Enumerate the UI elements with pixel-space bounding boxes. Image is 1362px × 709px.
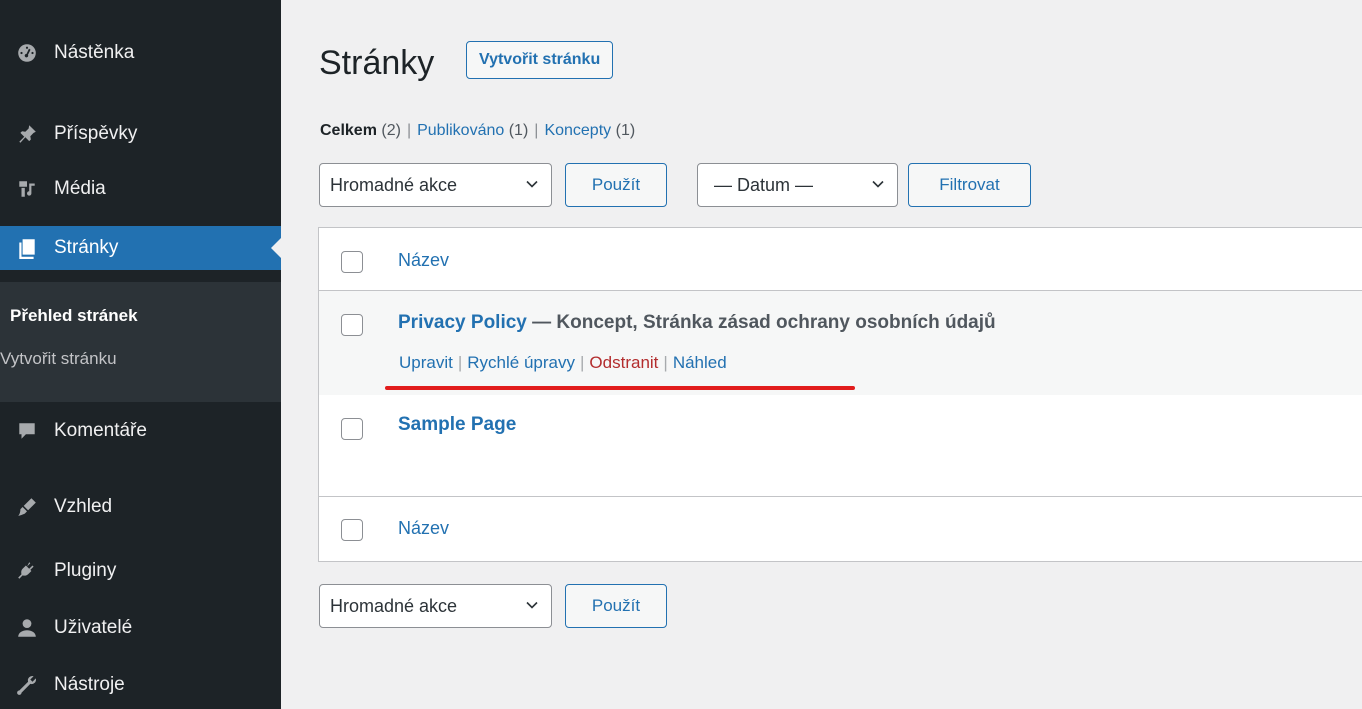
chevron-down-icon — [526, 180, 538, 188]
comment-icon — [16, 420, 38, 442]
row-checkbox[interactable] — [341, 418, 363, 440]
row-post-state: — Koncept, Stránka zásad ochrany osobníc… — [526, 312, 996, 333]
page-icon — [16, 237, 38, 259]
sidebar-item-label: Příspěvky — [54, 123, 138, 144]
filter-published-count: (1) — [508, 122, 529, 139]
sidebar-item-label: Uživatelé — [54, 617, 133, 638]
sidebar-item-comments[interactable]: Komentáře — [0, 409, 281, 453]
admin-sidebar: Nástěnka Příspěvky Média Stránky Přehled… — [0, 0, 281, 709]
chevron-down-icon — [526, 601, 538, 609]
filter-published-link[interactable]: Publikováno — [417, 122, 504, 139]
row-title-link[interactable]: Privacy Policy — [398, 312, 527, 333]
media-icon — [16, 178, 38, 200]
date-filter-select[interactable]: — Datum — — [697, 163, 898, 207]
sidebar-item-label: Vzhled — [54, 496, 113, 517]
bulk-actions-select-top[interactable]: Hromadné akce — [319, 163, 552, 207]
pages-submenu: Přehled stránek Vytvořit stránku — [0, 282, 281, 402]
sidebar-item-users[interactable]: Uživatelé — [0, 606, 281, 650]
sidebar-item-posts[interactable]: Příspěvky — [0, 112, 281, 156]
apply-button-bottom[interactable]: Použít — [565, 584, 667, 628]
filter-separator: | — [406, 122, 412, 139]
column-footer-title[interactable]: Název — [398, 518, 449, 539]
pages-table: Název Privacy Policy — Koncept, Stránka … — [318, 227, 1362, 562]
select-all-checkbox[interactable] — [341, 251, 363, 273]
apply-button-top[interactable]: Použít — [565, 163, 667, 207]
date-filter-value: — Datum — — [714, 174, 814, 195]
sidebar-item-label: Komentáře — [54, 420, 147, 441]
sidebar-item-media[interactable]: Média — [0, 167, 281, 211]
filter-drafts-count: (1) — [615, 122, 636, 139]
filter-all-count: (2) — [381, 122, 401, 139]
sidebar-item-label: Pluginy — [54, 560, 117, 581]
bulk-actions-value: Hromadné akce — [330, 595, 458, 616]
row-checkbox[interactable] — [341, 314, 363, 336]
preview-link[interactable]: Náhled — [673, 353, 727, 372]
pin-icon — [16, 123, 38, 145]
filter-all-label[interactable]: Celkem — [320, 122, 377, 139]
sidebar-item-label: Stránky — [54, 237, 119, 258]
filter-drafts-link[interactable]: Koncepty — [544, 122, 611, 139]
page-title: Stránky — [319, 44, 435, 82]
sidebar-item-tools[interactable]: Nástroje — [0, 663, 281, 707]
sidebar-item-label: Média — [54, 178, 106, 199]
annotation-underline — [385, 386, 855, 390]
sidebar-item-plugins[interactable]: Pluginy — [0, 549, 281, 593]
user-icon — [16, 617, 38, 639]
filter-button[interactable]: Filtrovat — [908, 163, 1031, 207]
quick-edit-link[interactable]: Rychlé úpravy — [467, 353, 575, 372]
plugin-icon — [16, 560, 38, 582]
row-title-privacy-policy: Privacy Policy — Koncept, Stránka zásad … — [398, 312, 996, 334]
sidebar-item-dashboard[interactable]: Nástěnka — [0, 31, 281, 75]
sidebar-item-appearance[interactable]: Vzhled — [0, 485, 281, 529]
wrench-icon — [16, 674, 38, 696]
table-divider — [319, 290, 1362, 291]
sidebar-item-label: Nástěnka — [54, 42, 135, 63]
bulk-actions-select-bottom[interactable]: Hromadné akce — [319, 584, 552, 628]
submenu-item-add-page[interactable]: Vytvořit stránku — [0, 349, 117, 369]
row-actions: Upravit | Rychlé úpravy | Odstranit | Náhled — [399, 353, 727, 372]
chevron-down-icon — [872, 180, 884, 188]
sidebar-item-label: Nástroje — [54, 674, 125, 695]
submenu-item-all-pages[interactable]: Přehled stránek — [10, 306, 138, 326]
dashboard-icon — [16, 42, 38, 64]
select-all-checkbox-footer[interactable] — [341, 519, 363, 541]
trash-link[interactable]: Odstranit — [589, 353, 658, 372]
filter-separator: | — [534, 122, 539, 139]
table-divider — [319, 496, 1362, 497]
bulk-actions-value: Hromadné akce — [330, 174, 458, 195]
brush-icon — [16, 496, 38, 518]
status-filter-links: Celkem (2) | Publikováno (1) | Koncepty (1) — [320, 122, 635, 140]
column-header-title[interactable]: Název — [398, 250, 449, 271]
sidebar-item-pages[interactable]: Stránky — [0, 226, 281, 270]
edit-link[interactable]: Upravit — [399, 353, 453, 372]
table-row-highlight — [319, 291, 1362, 395]
add-new-page-button[interactable]: Vytvořit stránku — [466, 41, 614, 79]
row-title-sample-page[interactable]: Sample Page — [398, 414, 516, 436]
